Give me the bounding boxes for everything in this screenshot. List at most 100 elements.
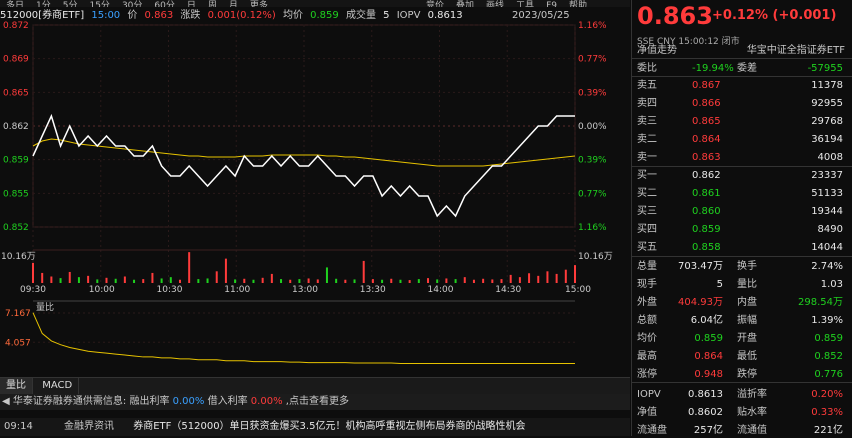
stat-value: 703.47万	[678, 261, 723, 272]
ticker-source: 金融界资讯	[64, 421, 115, 432]
level-price: 0.859	[692, 224, 721, 235]
volume-bar	[206, 278, 209, 283]
price-tick-label: 0.862	[3, 122, 29, 132]
volume-bar	[399, 279, 402, 283]
volume-bar	[546, 271, 549, 283]
ticker-headline[interactable]: 券商ETF（512000）单日获资金爆买3.5亿元！机构高呼重视左侧布局券商的战…	[133, 421, 525, 432]
volume-bar	[234, 279, 237, 283]
volume-ratio-line	[32, 312, 575, 365]
volume-bar	[252, 279, 255, 283]
pct-tick-label: 0.39%	[578, 88, 607, 98]
stat-value: 0.33%	[811, 407, 843, 418]
intraday-chart[interactable]: 0.872 1.16% 0.869 0.77% 0.865 0.39% 0.862 0.00%…	[0, 0, 630, 378]
price-tick-label: 0.859	[3, 156, 29, 166]
stat-value: 5	[716, 279, 723, 290]
volume-bar	[123, 276, 126, 283]
pct-tick-label: 0.00%	[578, 122, 607, 132]
nav-trend-link[interactable]: 净值走势	[637, 44, 677, 58]
level-volume: 11378	[811, 80, 843, 91]
tab-volume-ratio[interactable]: 量比	[0, 378, 33, 394]
price-tick-label: 0.855	[3, 189, 29, 199]
volume-bar	[59, 278, 62, 283]
stat-value: 0.948	[694, 369, 723, 380]
volume-bar	[472, 279, 475, 283]
order-book-row[interactable]: 买一 0.862 23337	[632, 168, 852, 183]
speaker-icon: ◀	[2, 396, 10, 407]
stat-label: 内盘	[737, 297, 757, 308]
volume-bar	[491, 279, 494, 283]
volume-bar	[105, 277, 108, 283]
pct-tick-label: 1.16%	[578, 223, 607, 233]
news-rate-1: 0.00%	[172, 396, 205, 407]
stat-row: 总量 703.47万 换手 2.74%	[632, 259, 852, 274]
stat-value: 0.859	[814, 333, 843, 344]
stat-value: 0.859	[694, 333, 723, 344]
pct-tick-label: 1.16%	[578, 21, 607, 31]
volume-bar	[133, 279, 136, 283]
volume-tick-right: 10.16万	[578, 252, 613, 262]
news-tail: ,点击查看更多	[285, 396, 349, 407]
order-book-row[interactable]: 卖五 0.867 11378	[632, 78, 852, 93]
volume-bar	[298, 279, 301, 283]
level-price: 0.867	[692, 80, 721, 91]
volume-bar	[518, 277, 521, 283]
price-tick-label: 0.852	[3, 223, 29, 233]
divider	[632, 382, 852, 383]
index-name[interactable]: 华宝中证全指证券ETF	[747, 44, 845, 58]
volume-bar	[528, 273, 531, 283]
volume-bar	[555, 273, 558, 283]
level-price: 0.861	[692, 188, 721, 199]
level-label: 买一	[637, 170, 657, 181]
news-ticker[interactable]: 09:14 金融界资讯 券商ETF（512000）单日获资金爆买3.5亿元！机构…	[0, 418, 630, 436]
stat-value: 0.20%	[811, 389, 843, 400]
volume-bar	[178, 279, 181, 283]
time-tick-label: 13:30	[360, 285, 386, 295]
volume-bar	[445, 278, 448, 283]
price-tick-label: 0.869	[3, 55, 29, 65]
level-volume: 23337	[811, 170, 843, 181]
stat-row: 均价 0.859 开盘 0.859	[632, 331, 852, 346]
volume-bar	[436, 279, 439, 283]
weicha-value: -57955	[807, 63, 843, 74]
level-label: 卖五	[637, 80, 657, 91]
indicator-tab-bar: 量比 MACD	[0, 377, 630, 394]
news-text: 华泰证券融券通供需信息: 融出利率	[12, 396, 170, 407]
news-bar[interactable]: ◀ 华泰证券融券通供需信息: 融出利率 0.00% 借入利率 0.00% ,点击…	[0, 394, 630, 410]
order-book-row[interactable]: 买四 0.859 8490	[632, 222, 852, 237]
volume-bar	[427, 278, 430, 283]
volume-bar	[509, 274, 512, 283]
order-book-row[interactable]: 买三 0.860 19344	[632, 204, 852, 219]
volume-bar	[362, 260, 365, 283]
level-label: 买五	[637, 242, 657, 253]
order-book-row[interactable]: 卖三 0.865 29768	[632, 114, 852, 129]
stat-row: 最高 0.864 最低 0.852	[632, 349, 852, 364]
order-book-row[interactable]: 卖四 0.866 92955	[632, 96, 852, 111]
volume-bar	[353, 279, 356, 283]
stat-label: 换手	[737, 261, 757, 272]
news-mid: 借入利率	[207, 396, 248, 407]
stat-label: 总额	[637, 315, 657, 326]
divider	[632, 76, 852, 77]
volume-bar	[417, 279, 420, 283]
level-label: 卖一	[637, 152, 657, 163]
volume-bar	[50, 276, 53, 283]
volume-bar	[224, 258, 227, 283]
stat-label: 最高	[637, 351, 657, 362]
order-book-row[interactable]: 买五 0.858 14044	[632, 240, 852, 255]
order-book-row[interactable]: 买二 0.861 51133	[632, 186, 852, 201]
time-tick-label: 11:00	[224, 285, 250, 295]
stat-row: 外盘 404.93万 内盘 298.54万	[632, 295, 852, 310]
volume-bar	[77, 277, 80, 283]
nav-row: 净值走势 华宝中证全指证券ETF	[632, 44, 852, 59]
level-volume: 51133	[811, 188, 843, 199]
level-volume: 29768	[811, 116, 843, 127]
order-book-row[interactable]: 卖二 0.864 36194	[632, 132, 852, 147]
volume-bar	[261, 277, 264, 283]
order-book-row[interactable]: 卖一 0.863 4008	[632, 150, 852, 165]
level-volume: 19344	[811, 206, 843, 217]
volume-bar	[463, 277, 466, 283]
tab-macd[interactable]: MACD	[36, 378, 80, 394]
level-label: 卖四	[637, 98, 657, 109]
volume-bar	[68, 271, 71, 283]
pct-tick-label: 0.39%	[578, 156, 607, 166]
